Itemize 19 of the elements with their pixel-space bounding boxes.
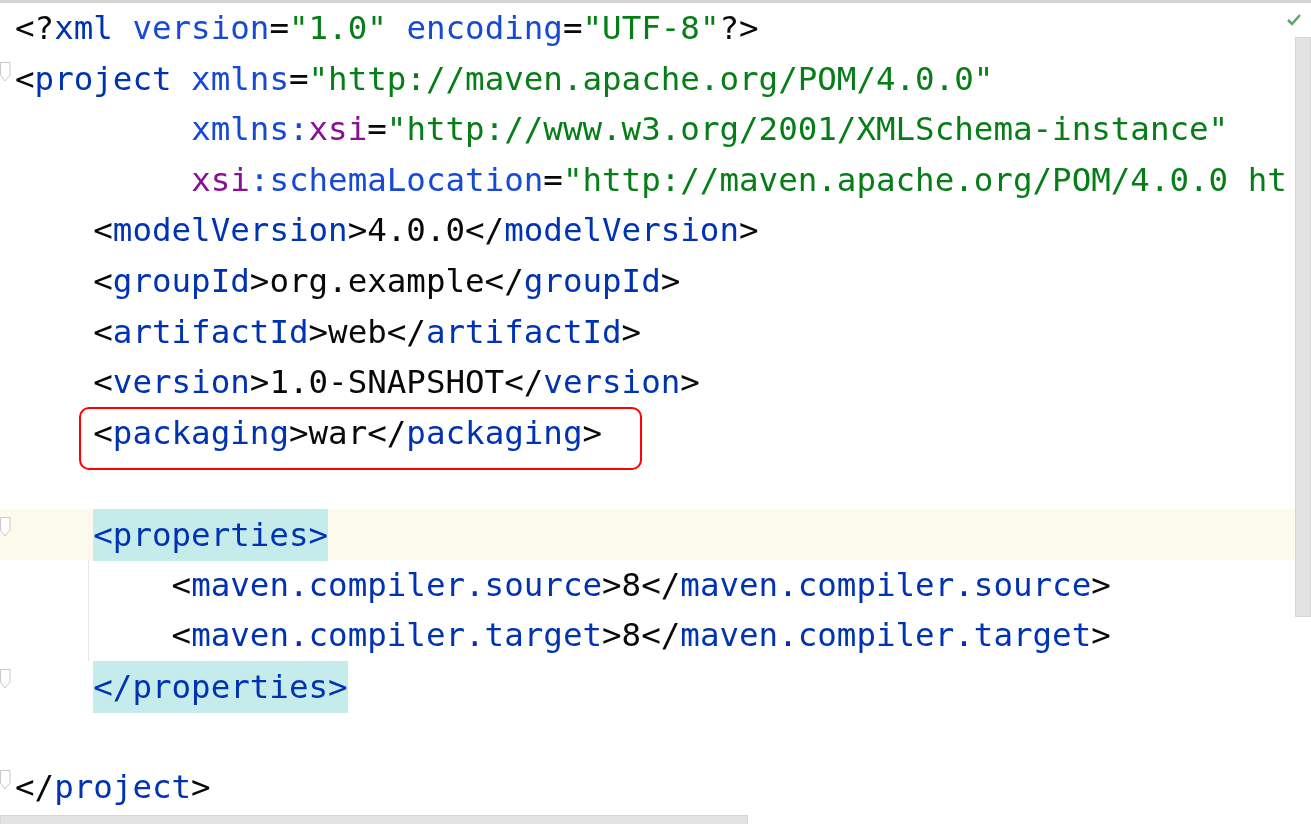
code-line: <packaging>war</packaging>	[93, 412, 603, 454]
fold-icon[interactable]	[0, 668, 11, 689]
code-line: <modelVersion>4.0.0</modelVersion>	[93, 210, 759, 252]
code-line: <maven.compiler.source>8</maven.compiler.source>	[171, 564, 1111, 606]
fold-icon[interactable]	[0, 769, 11, 790]
code-line: <maven.compiler.target>8</maven.compiler.target>	[171, 615, 1111, 657]
code-line: <project xmlns="http://maven.apache.org/POM/4.0.0"	[15, 58, 994, 100]
fold-icon[interactable]	[0, 61, 11, 82]
code-line: <groupId>org.example</groupId>	[93, 260, 681, 302]
code-line: xmlns:xsi="http://www.w3.org/2001/XMLSchema-instance"	[191, 109, 1229, 151]
code-line: <artifactId>web</artifactId>	[93, 311, 642, 353]
horizontal-scrollbar[interactable]	[0, 815, 748, 824]
fold-icon[interactable]	[0, 516, 11, 537]
code-line: <?xml version="1.0" encoding="UTF-8"?>	[15, 8, 759, 49]
check-icon[interactable]	[1286, 13, 1302, 27]
vertical-scrollbar[interactable]	[1295, 37, 1311, 617]
code-line: </project>	[15, 766, 211, 808]
code-line: <version>1.0-SNAPSHOT</version>	[93, 362, 700, 404]
code-line: xsi:schemaLocation="http://maven.apache.org/POM/4.0.0 ht	[191, 159, 1287, 201]
